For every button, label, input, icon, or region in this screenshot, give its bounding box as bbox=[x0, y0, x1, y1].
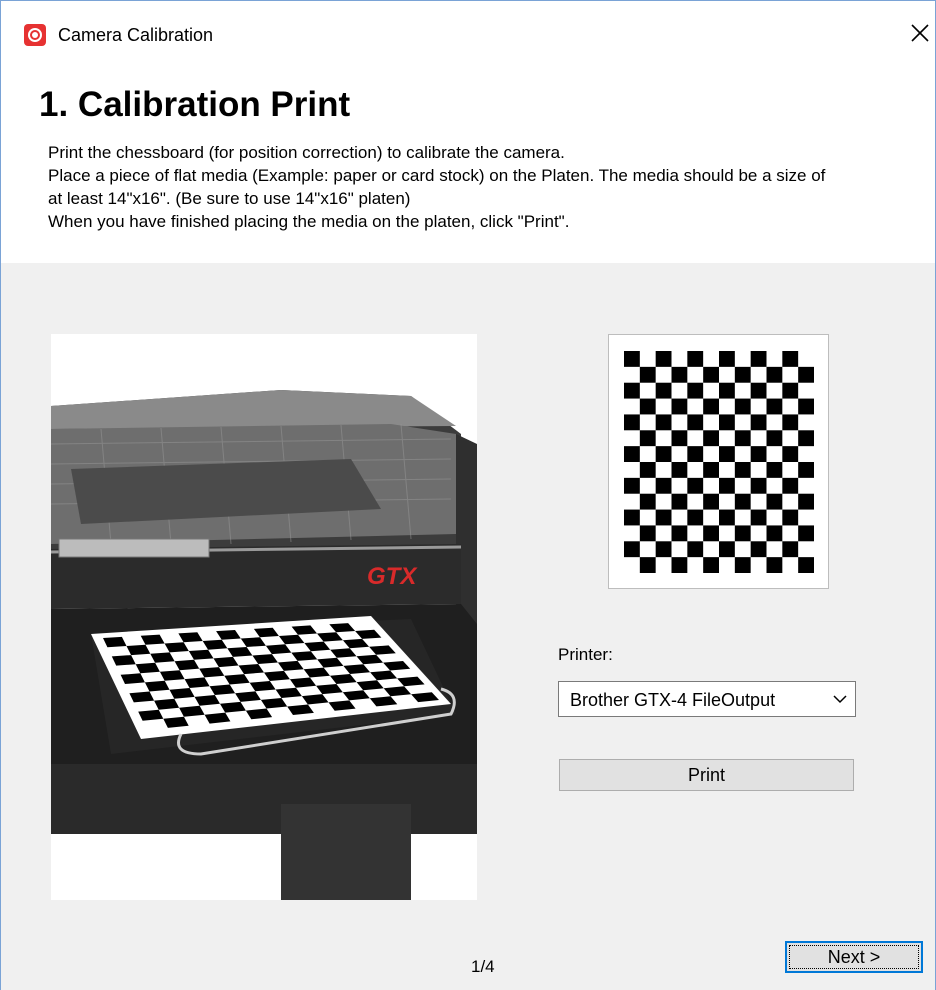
calibration-window: Camera Calibration 1. Calibration Print … bbox=[0, 0, 936, 990]
instructions-text: Print the chessboard (for position corre… bbox=[48, 141, 918, 233]
printer-label: Printer: bbox=[558, 645, 613, 664]
page-title: 1. Calibration Print bbox=[39, 85, 351, 124]
page-indicator: 1/4 bbox=[471, 957, 495, 976]
chessboard-preview bbox=[608, 334, 829, 589]
instruction-line: Print the chessboard (for position corre… bbox=[48, 143, 565, 162]
next-button[interactable]: Next > bbox=[785, 941, 923, 973]
instruction-line: When you have finished placing the media… bbox=[48, 212, 570, 231]
window-title: Camera Calibration bbox=[58, 25, 214, 45]
printer-select-value: Brother GTX-4 FileOutput bbox=[570, 690, 776, 710]
instruction-line: at least 14"x16". (Be sure to use 14"x16… bbox=[48, 189, 411, 208]
close-icon bbox=[911, 24, 929, 42]
gtx-brand-text: GTX bbox=[367, 563, 418, 590]
printer-select[interactable]: Brother GTX-4 FileOutput bbox=[558, 681, 856, 717]
header-panel: 1. Calibration Print Print the chessboar… bbox=[1, 61, 935, 263]
chevron-down-icon bbox=[833, 695, 847, 704]
printer-photo: GTX bbox=[51, 334, 477, 900]
instruction-line: Place a piece of flat media (Example: pa… bbox=[48, 166, 826, 185]
camera-target-icon bbox=[24, 24, 46, 46]
print-button[interactable]: Print bbox=[559, 759, 854, 791]
content-panel: GTX Printer: Brother GTX-4 FileOutput Pr… bbox=[1, 263, 935, 990]
title-bar: Camera Calibration bbox=[1, 1, 935, 46]
close-button[interactable] bbox=[906, 19, 934, 47]
